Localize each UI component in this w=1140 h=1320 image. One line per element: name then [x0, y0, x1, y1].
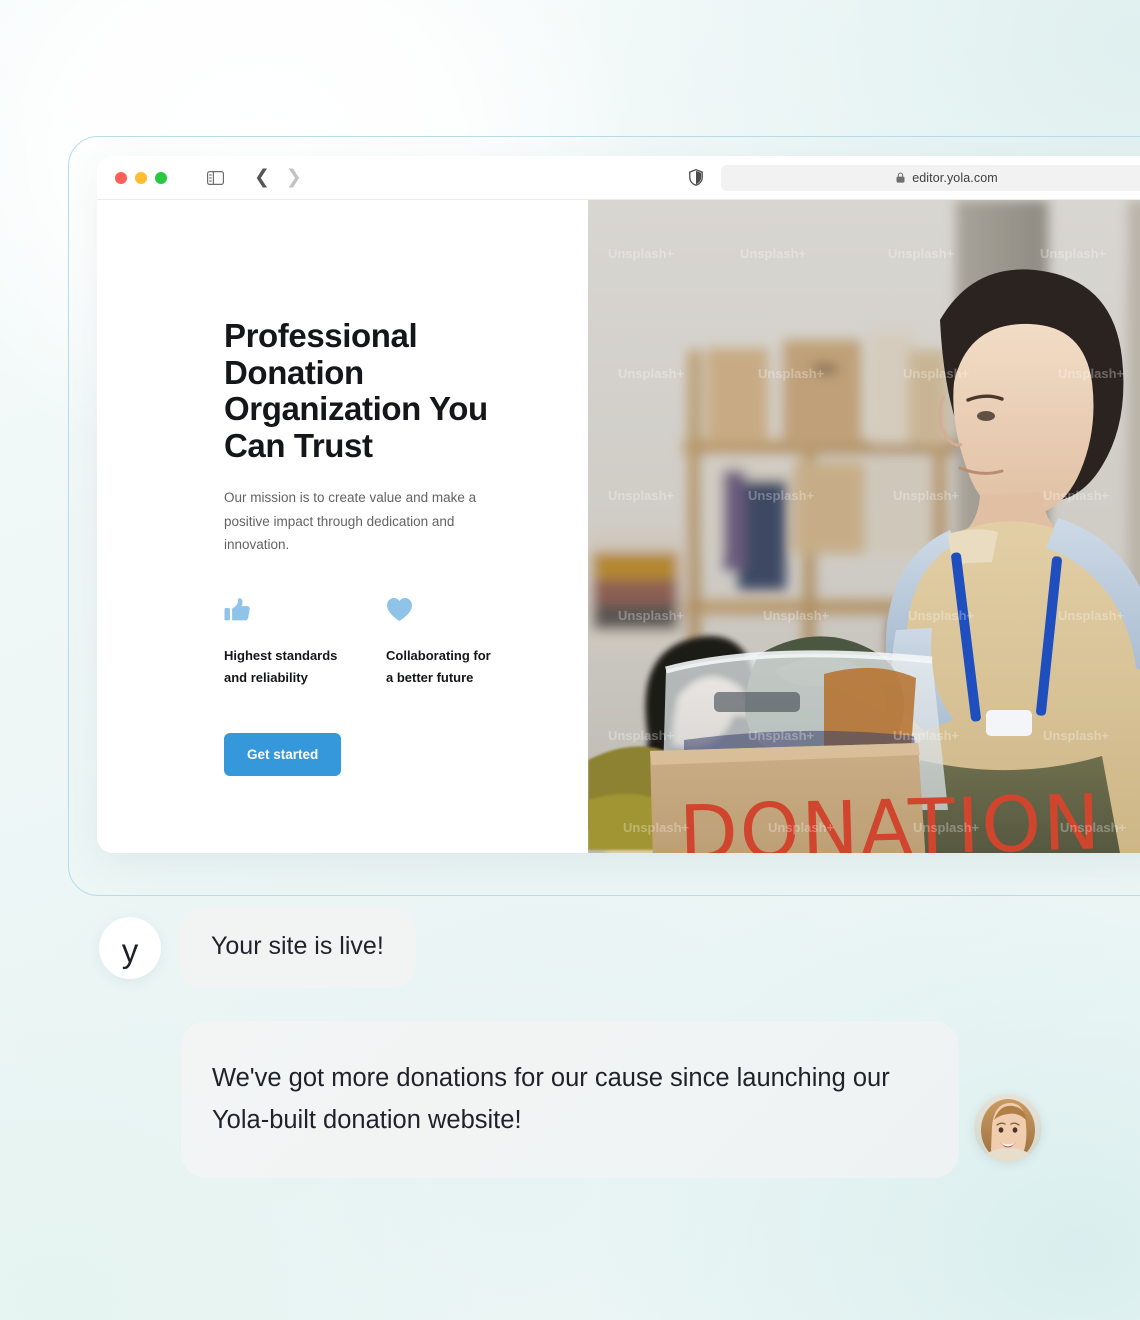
- heart-icon: [386, 597, 548, 627]
- navigation-arrows[interactable]: ❮ ❯: [254, 168, 302, 187]
- address-bar[interactable]: editor.yola.com: [721, 164, 1140, 191]
- chat-bubble-site-live: Your site is live!: [179, 907, 416, 988]
- svg-text:Unsplash+: Unsplash+: [893, 488, 960, 503]
- window-controls[interactable]: [115, 171, 167, 184]
- yola-logo-letter: y: [121, 932, 139, 969]
- volunteers-donation-photo: DONATION Unsplash+ Unsplash+ Unsplash+ U…: [588, 200, 1140, 853]
- page-title: Professional Donation Organization You C…: [224, 317, 488, 464]
- back-icon[interactable]: ❮: [254, 168, 270, 187]
- feature-label: Collaborating for a better future: [386, 647, 491, 685]
- svg-text:Unsplash+: Unsplash+: [903, 366, 970, 381]
- svg-text:Unsplash+: Unsplash+: [1043, 728, 1110, 743]
- svg-text:Unsplash+: Unsplash+: [623, 820, 690, 835]
- svg-text:Unsplash+: Unsplash+: [768, 820, 835, 835]
- feature-label: Highest standards and reliability: [224, 647, 338, 685]
- hero-subtitle: Our mission is to create value and make …: [224, 490, 477, 552]
- forward-icon: ❯: [285, 166, 302, 188]
- svg-text:Unsplash+: Unsplash+: [740, 246, 807, 261]
- close-window-button[interactable]: [115, 171, 127, 184]
- chat-bubble-testimonial: We've got more donations for our cause s…: [181, 1021, 959, 1178]
- feature-item-collaboration: Collaborating for a better future: [386, 597, 548, 689]
- thumbs-up-icon: [224, 597, 386, 627]
- svg-text:Unsplash+: Unsplash+: [913, 820, 980, 835]
- minimize-window-button[interactable]: [135, 171, 147, 184]
- url-text: editor.yola.com: [912, 170, 998, 185]
- svg-text:Unsplash+: Unsplash+: [748, 728, 815, 743]
- svg-text:Unsplash+: Unsplash+: [608, 246, 675, 261]
- feature-list: Highest standards and reliability Collab…: [224, 597, 588, 689]
- browser-toolbar: ❮ ❯ editor.yola.com: [97, 156, 1140, 200]
- svg-text:Unsplash+: Unsplash+: [608, 488, 675, 503]
- svg-text:Unsplash+: Unsplash+: [1058, 366, 1125, 381]
- yola-logo-avatar: y: [99, 916, 161, 979]
- chat-message-yola: y Your site is live!: [99, 907, 416, 988]
- hero-photo: DONATION Unsplash+ Unsplash+ Unsplash+ U…: [588, 200, 1140, 853]
- svg-text:Unsplash+: Unsplash+: [618, 608, 685, 623]
- feature-item-standards: Highest standards and reliability: [224, 597, 386, 689]
- svg-text:Unsplash+: Unsplash+: [1058, 608, 1125, 623]
- svg-text:Unsplash+: Unsplash+: [908, 608, 975, 623]
- lock-icon: [896, 172, 905, 183]
- svg-text:Unsplash+: Unsplash+: [893, 728, 960, 743]
- avatar: [974, 1094, 1042, 1162]
- get-started-button[interactable]: Get started: [224, 732, 342, 776]
- hero-section: Professional Donation Organization You C…: [97, 200, 588, 853]
- svg-text:Unsplash+: Unsplash+: [763, 608, 830, 623]
- website-preview: Professional Donation Organization You C…: [97, 200, 1140, 853]
- svg-text:Unsplash+: Unsplash+: [1060, 820, 1127, 835]
- svg-text:Unsplash+: Unsplash+: [888, 246, 955, 261]
- browser-window: ❮ ❯ editor.yola.com Professional Donatio…: [97, 156, 1140, 853]
- svg-text:DONATION: DONATION: [678, 777, 1103, 853]
- svg-text:Unsplash+: Unsplash+: [1040, 246, 1107, 261]
- maximize-window-button[interactable]: [155, 171, 167, 184]
- shield-icon[interactable]: [689, 169, 703, 186]
- svg-text:Unsplash+: Unsplash+: [1043, 488, 1110, 503]
- svg-text:Unsplash+: Unsplash+: [748, 488, 815, 503]
- svg-text:Unsplash+: Unsplash+: [758, 366, 825, 381]
- svg-text:Unsplash+: Unsplash+: [618, 366, 685, 381]
- sidebar-toggle-icon[interactable]: [207, 170, 224, 185]
- svg-text:Unsplash+: Unsplash+: [608, 728, 675, 743]
